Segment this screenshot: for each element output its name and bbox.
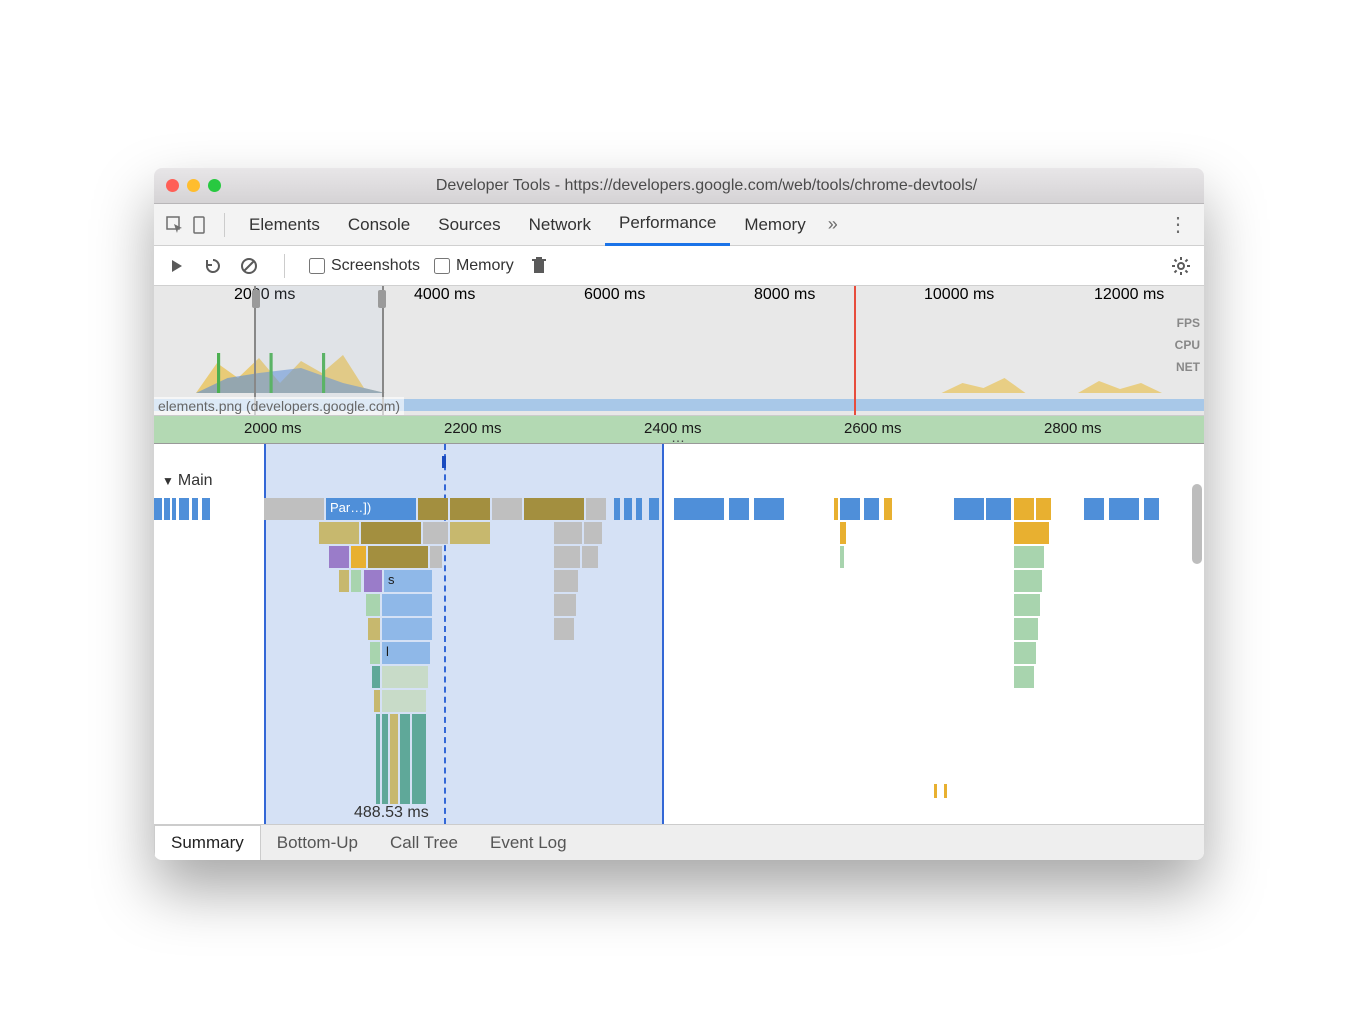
device-icon[interactable]	[188, 212, 214, 238]
ruler-ellipsis: …	[671, 429, 687, 445]
tab-summary[interactable]: Summary	[154, 825, 261, 861]
tab-event-log[interactable]: Event Log	[474, 825, 583, 861]
ruler-tick: 2600 ms	[844, 420, 902, 437]
selection-handle-left[interactable]	[252, 290, 260, 308]
perf-controls: Screenshots Memory	[154, 246, 1204, 286]
screenshots-label: Screenshots	[331, 257, 420, 275]
divider	[284, 254, 285, 278]
devtools-window: Developer Tools - https://developers.goo…	[154, 168, 1204, 860]
detail-ruler[interactable]: 2000 ms 2200 ms 2400 ms 2600 ms 2800 ms …	[154, 416, 1204, 444]
tab-memory[interactable]: Memory	[730, 204, 819, 246]
overview-tick: 12000 ms	[1094, 286, 1164, 304]
memory-checkbox[interactable]: Memory	[434, 257, 514, 275]
tab-sources[interactable]: Sources	[424, 204, 514, 246]
tab-network[interactable]: Network	[515, 204, 605, 246]
record-icon[interactable]	[166, 255, 188, 277]
panel-tabs: Elements Console Sources Network Perform…	[154, 204, 1204, 246]
menu-icon[interactable]: ⋮	[1160, 212, 1196, 237]
trash-icon[interactable]	[528, 255, 550, 277]
inspect-icon[interactable]	[162, 212, 188, 238]
flame-block-l[interactable]: l	[382, 642, 430, 664]
zoom-icon[interactable]	[208, 179, 221, 192]
ruler-tick: 2800 ms	[1044, 420, 1102, 437]
ruler-tick: 2200 ms	[444, 420, 502, 437]
window-title: Developer Tools - https://developers.goo…	[221, 177, 1192, 195]
flame-chart[interactable]: ▼Main Par…])	[154, 444, 1204, 824]
flame-task[interactable]: Par…])	[326, 498, 416, 520]
tab-elements[interactable]: Elements	[235, 204, 334, 246]
flame-cursor-handle[interactable]	[442, 456, 446, 468]
overview-tick: 4000 ms	[414, 286, 475, 304]
traffic-lights	[166, 179, 221, 192]
titlebar: Developer Tools - https://developers.goo…	[154, 168, 1204, 204]
close-icon[interactable]	[166, 179, 179, 192]
gear-icon[interactable]	[1170, 255, 1192, 277]
flame-scrollbar[interactable]	[1192, 484, 1202, 564]
flame-block-s[interactable]: s	[384, 570, 432, 592]
overview-resource-label: elements.png (developers.google.com)	[154, 397, 404, 415]
reload-icon[interactable]	[202, 255, 224, 277]
ruler-tick: 2000 ms	[244, 420, 302, 437]
main-section-label[interactable]: ▼Main	[162, 472, 213, 490]
divider	[224, 213, 225, 237]
tab-performance[interactable]: Performance	[605, 204, 730, 246]
tab-bottom-up[interactable]: Bottom-Up	[261, 825, 374, 861]
tab-console[interactable]: Console	[334, 204, 424, 246]
overview-marker	[854, 286, 856, 415]
more-tabs-icon[interactable]: »	[828, 214, 838, 235]
selection-handle-right[interactable]	[378, 290, 386, 308]
fps-label: FPS	[1175, 316, 1200, 330]
duration-label: 488.53 ms	[354, 804, 429, 822]
chevron-down-icon: ▼	[162, 474, 174, 488]
minimize-icon[interactable]	[187, 179, 200, 192]
clear-icon[interactable]	[238, 255, 260, 277]
memory-label: Memory	[456, 257, 514, 275]
overview-timeline[interactable]: 2000 ms 4000 ms 6000 ms 8000 ms 10000 ms…	[154, 286, 1204, 416]
overview-tick: 6000 ms	[584, 286, 645, 304]
tab-call-tree[interactable]: Call Tree	[374, 825, 474, 861]
screenshots-checkbox[interactable]: Screenshots	[309, 257, 420, 275]
overview-tick: 10000 ms	[924, 286, 994, 304]
details-tabs: Summary Bottom-Up Call Tree Event Log	[154, 824, 1204, 860]
overview-tick: 8000 ms	[754, 286, 815, 304]
cpu-label: CPU	[1175, 338, 1200, 352]
overview-selection[interactable]	[254, 286, 384, 415]
